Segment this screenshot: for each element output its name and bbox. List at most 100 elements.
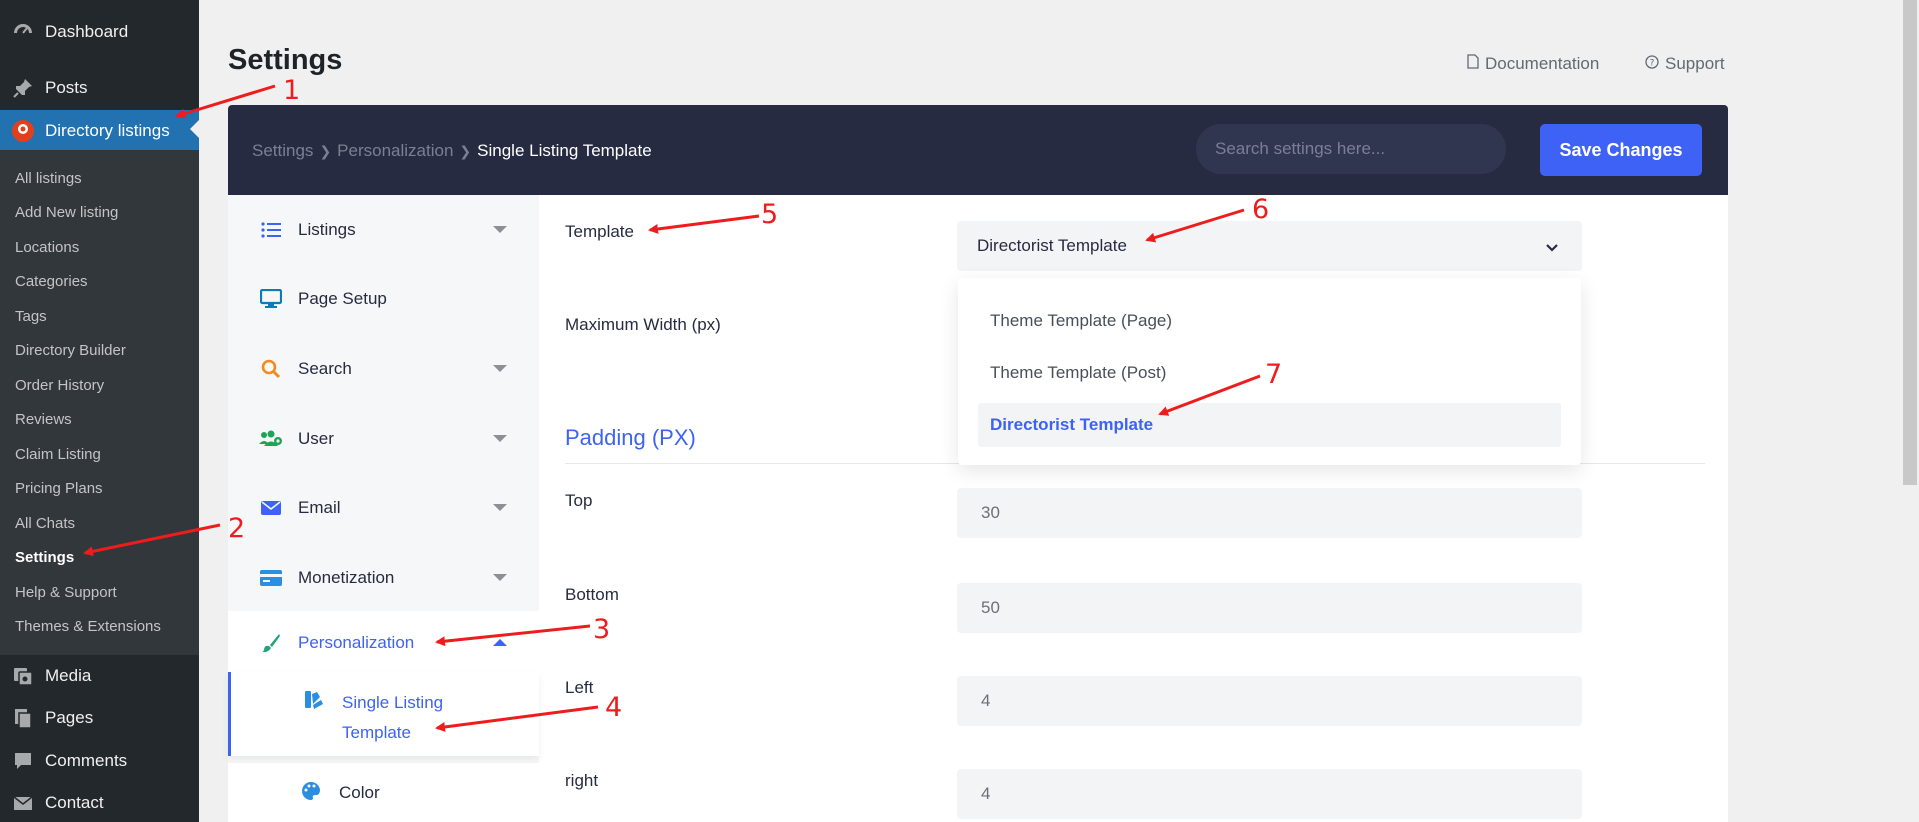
submenu-all-chats[interactable]: All Chats xyxy=(15,515,75,532)
search-icon xyxy=(258,358,284,380)
submenu-pricing-plans[interactable]: Pricing Plans xyxy=(15,480,103,497)
submenu-tags[interactable]: Tags xyxy=(15,308,47,325)
directory-submenu: All listings Add New listing Locations C… xyxy=(0,150,199,655)
chevron-down-icon xyxy=(1544,239,1560,255)
annotation-number-3: 3 xyxy=(593,614,611,645)
menu-directory-label: Directory listings xyxy=(45,121,170,140)
menu-posts-label: Posts xyxy=(45,78,88,97)
breadcrumb-personalization[interactable]: Personalization xyxy=(337,141,453,161)
menu-media-label: Media xyxy=(45,666,92,685)
pushpin-icon xyxy=(10,75,36,101)
nav-single-listing-label: Single Listing Template xyxy=(342,693,444,742)
chevron-right-icon: ❯ xyxy=(319,142,332,159)
menu-comments-label: Comments xyxy=(45,751,128,770)
media-icon xyxy=(10,663,36,689)
documentation-link[interactable]: Documentation xyxy=(1467,54,1599,74)
menu-comments[interactable]: Comments xyxy=(0,740,199,782)
padding-right-input[interactable]: 4 xyxy=(957,769,1582,819)
annotation-number-4: 4 xyxy=(605,692,623,723)
breadcrumb-settings[interactable]: Settings xyxy=(252,141,313,161)
menu-dashboard[interactable]: Dashboard xyxy=(0,11,199,53)
caret-up-icon xyxy=(493,639,507,646)
max-width-label: Maximum Width (px) xyxy=(565,315,721,334)
settings-search-input[interactable] xyxy=(1196,124,1506,174)
submenu-locations[interactable]: Locations xyxy=(15,239,79,256)
annotation-number-6: 6 xyxy=(1252,194,1270,225)
padding-left-input[interactable]: 4 xyxy=(957,676,1582,726)
nav-listings[interactable]: Listings xyxy=(228,198,539,262)
nav-listings-label: Listings xyxy=(298,220,356,239)
directory-logo-icon xyxy=(10,118,36,144)
envelope-icon xyxy=(258,497,284,519)
documentation-label: Documentation xyxy=(1485,54,1600,73)
swatchbook-icon xyxy=(303,689,325,711)
breadcrumb-current: Single Listing Template xyxy=(477,141,652,160)
annotation-number-2: 2 xyxy=(228,513,246,544)
nav-page-setup[interactable]: Page Setup xyxy=(228,267,539,331)
submenu-order-history[interactable]: Order History xyxy=(15,377,104,394)
nav-user[interactable]: User xyxy=(228,407,539,471)
admin-sidebar: Dashboard Posts Directory listings All l… xyxy=(0,0,199,822)
menu-pages[interactable]: Pages xyxy=(0,697,199,739)
paintbrush-icon xyxy=(258,632,284,654)
nav-monetization-label: Monetization xyxy=(298,568,395,587)
svg-text:?: ? xyxy=(1650,59,1655,69)
list-icon xyxy=(258,219,284,241)
submenu-directory-builder[interactable]: Directory Builder xyxy=(15,342,126,359)
document-icon xyxy=(1467,54,1479,74)
nav-email[interactable]: Email xyxy=(228,476,539,540)
padding-left-label: Left xyxy=(565,678,594,697)
submenu-settings[interactable]: Settings xyxy=(15,549,74,566)
submenu-all-listings[interactable]: All listings xyxy=(15,170,82,187)
caret-down-icon xyxy=(493,435,507,442)
dashboard-icon xyxy=(10,19,36,45)
envelope-icon xyxy=(10,790,36,816)
save-changes-button[interactable]: Save Changes xyxy=(1540,124,1702,176)
page-title: Settings xyxy=(228,44,343,76)
credit-card-icon xyxy=(258,567,284,589)
nav-personalization-label: Personalization xyxy=(298,633,415,652)
users-gear-icon xyxy=(258,428,284,450)
submenu-reviews[interactable]: Reviews xyxy=(15,411,72,428)
caret-down-icon xyxy=(493,365,507,372)
template-select[interactable]: Directorist Template xyxy=(957,221,1582,271)
support-link[interactable]: ? Support xyxy=(1645,54,1725,74)
padding-top-label: Top xyxy=(565,491,593,510)
submenu-themes-extensions[interactable]: Themes & Extensions xyxy=(15,618,161,635)
menu-contact[interactable]: Contact xyxy=(0,782,199,822)
menu-contact-label: Contact xyxy=(45,793,104,812)
submenu-add-new-listing[interactable]: Add New listing xyxy=(15,204,118,221)
active-menu-arrow xyxy=(190,120,199,138)
menu-posts[interactable]: Posts xyxy=(0,67,199,109)
option-theme-template-page[interactable]: Theme Template (Page) xyxy=(978,299,1561,343)
nav-search[interactable]: Search xyxy=(228,337,539,401)
caret-down-icon xyxy=(493,574,507,581)
nav-personalization[interactable]: Personalization xyxy=(228,611,539,675)
settings-panel: Listings Page Setup Search User Email Mo… xyxy=(228,195,1728,822)
help-circle-icon: ? xyxy=(1645,54,1659,74)
comment-bubble-icon xyxy=(10,748,36,774)
submenu-categories[interactable]: Categories xyxy=(15,273,88,290)
padding-bottom-input[interactable]: 50 xyxy=(957,583,1582,633)
menu-directory-listings[interactable]: Directory listings xyxy=(0,110,199,152)
nav-page-setup-label: Page Setup xyxy=(298,289,387,308)
caret-down-icon xyxy=(493,226,507,233)
page-scrollbar-thumb[interactable] xyxy=(1903,0,1917,485)
option-directorist-template[interactable]: Directorist Template xyxy=(978,403,1561,447)
template-selected-value: Directorist Template xyxy=(977,236,1127,255)
nav-single-listing-template[interactable]: Single Listing Template xyxy=(228,672,539,756)
settings-nav: Listings Page Setup Search User Email Mo… xyxy=(228,195,539,822)
nav-color[interactable]: Color xyxy=(228,763,539,822)
caret-down-icon xyxy=(493,504,507,511)
annotation-number-7: 7 xyxy=(1265,359,1283,390)
nav-color-label: Color xyxy=(339,783,380,802)
menu-dashboard-label: Dashboard xyxy=(45,22,129,41)
nav-monetization[interactable]: Monetization xyxy=(228,546,539,610)
menu-media[interactable]: Media xyxy=(0,655,199,697)
submenu-help-support[interactable]: Help & Support xyxy=(15,584,117,601)
padding-top-input[interactable]: 30 xyxy=(957,488,1582,538)
submenu-claim-listing[interactable]: Claim Listing xyxy=(15,446,101,463)
palette-icon xyxy=(300,780,322,802)
monitor-icon xyxy=(258,288,284,310)
annotation-number-1: 1 xyxy=(283,75,301,106)
